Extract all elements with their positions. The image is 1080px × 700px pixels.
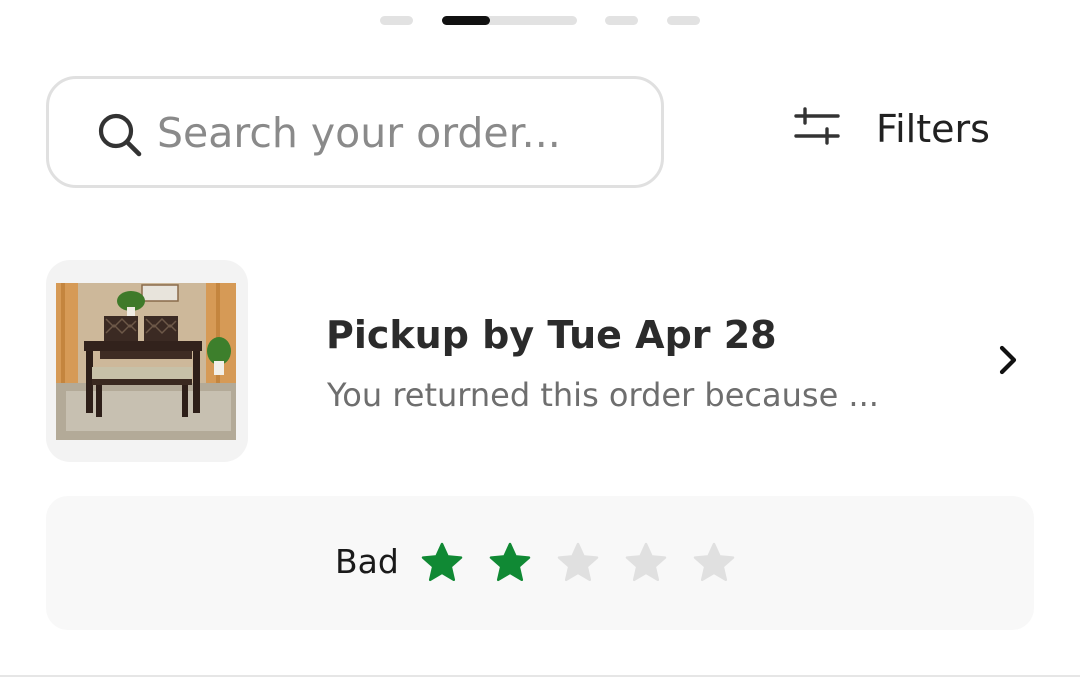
chevron-right-icon[interactable] (996, 344, 1020, 376)
star-icon-1[interactable] (420, 541, 464, 585)
order-status-subtitle: You returned this order because ... (327, 376, 879, 414)
product-thumbnail[interactable] (46, 260, 248, 462)
filters-label: Filters (876, 107, 990, 151)
page-dot-1 (380, 16, 413, 25)
order-status-title: Pickup by Tue Apr 28 (326, 313, 777, 357)
search-icon (98, 113, 142, 157)
rating-card: Bad (46, 496, 1034, 630)
page-dot-3 (605, 16, 638, 25)
sliders-icon (794, 107, 840, 145)
star-icon-4[interactable] (624, 541, 668, 585)
divider (0, 675, 1080, 677)
dining-table-set-image (56, 283, 236, 440)
page-indicator (0, 16, 1080, 26)
rating-label: Bad (335, 542, 399, 581)
page-dot-2-active (442, 16, 577, 25)
page-dot-4 (667, 16, 700, 25)
star-icon-5[interactable] (692, 541, 736, 585)
star-icon-3[interactable] (556, 541, 600, 585)
search-box[interactable] (46, 76, 664, 188)
search-input[interactable] (157, 101, 637, 165)
filters-button[interactable]: Filters (790, 96, 1010, 162)
star-icon-2[interactable] (488, 541, 532, 585)
order-list-item[interactable]: Pickup by Tue Apr 28 You returned this o… (46, 258, 1036, 462)
